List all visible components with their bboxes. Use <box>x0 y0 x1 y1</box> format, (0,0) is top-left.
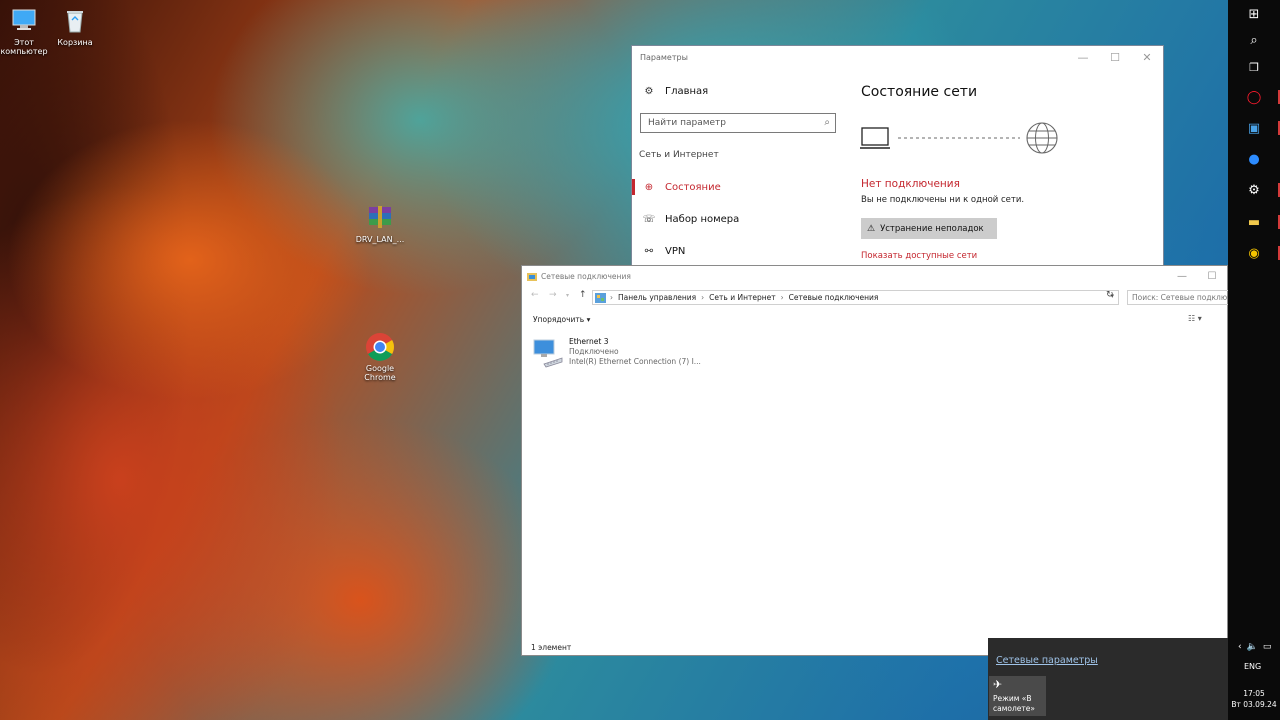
minimize-icon[interactable]: — <box>1167 266 1197 286</box>
settings-search-input[interactable]: Найти параметр ⌕ <box>640 113 836 133</box>
clock[interactable]: 17:05 Вт 03.09.24 <box>1228 688 1280 710</box>
network-connections-window[interactable]: Сетевые подключения — ☐ ← → ▾ ↑ › Панель… <box>521 265 1229 656</box>
language-indicator[interactable]: ENG <box>1244 662 1261 671</box>
airplane-icon: ✈ <box>993 678 1003 691</box>
desktop-icon-this-pc[interactable]: Этот компьютер <box>0 6 50 56</box>
sidebar-item-label: VPN <box>665 245 686 257</box>
globe-icon <box>1026 122 1058 154</box>
desktop-icon-label: DRV_LAN_... <box>355 235 405 244</box>
file-explorer-icon[interactable]: ▬ <box>1244 212 1264 232</box>
warning-icon: ⚠ <box>867 223 876 234</box>
network-diagram <box>860 122 1058 154</box>
desktop-icon-recycle-bin[interactable]: Корзина <box>49 6 101 47</box>
connection-adapter: Intel(R) Ethernet Connection (7) I... <box>569 357 701 366</box>
sidebar-item-label: Главная <box>665 85 709 97</box>
remote-desktop-icon[interactable]: ▣ <box>1244 118 1264 138</box>
taskbar: ⊞ ⌕ ❐ ◯ ▣ ● ⚙ ▬ ◉ ‹🔈▭ ENG 17:05 Вт 03.09… <box>1228 0 1280 720</box>
tray-icons[interactable]: ‹🔈▭ <box>1238 642 1276 652</box>
sidebar-item-status[interactable]: ⊕ Состояние <box>632 175 844 199</box>
settings-gear-icon[interactable]: ⚙ <box>1244 180 1264 200</box>
address-bar[interactable]: › Панель управления › Сеть и Интернет › … <box>592 290 1119 305</box>
zoom-icon[interactable]: ● <box>1244 149 1264 169</box>
maximize-icon[interactable]: ☐ <box>1197 266 1227 286</box>
view-options-icon[interactable]: ☷ ▾ <box>1188 314 1202 323</box>
desktop-icon-label: Google Chrome <box>364 364 396 382</box>
airplane-mode-tile[interactable]: ✈ Режим «В самолете» <box>989 676 1046 716</box>
desktop-icon-label: Этот компьютер <box>0 38 48 56</box>
explorer-title: Сетевые подключения <box>541 271 631 281</box>
network-disconnected-icon[interactable]: ▭ <box>1263 642 1277 652</box>
up-arrow-icon[interactable]: ↑ <box>579 290 587 300</box>
network-folder-icon <box>527 272 537 281</box>
address-row: ← → ▾ ↑ › Панель управления › Сеть и Инт… <box>522 288 1229 306</box>
dialup-icon: ☏ <box>642 213 656 225</box>
sidebar-item-home[interactable]: ⚙ Главная <box>632 79 844 103</box>
network-flyout: Сетевые параметры ✈ Режим «В самолете» <box>988 638 1228 720</box>
search-placeholder: Поиск: Сетевые подключения <box>1132 293 1228 302</box>
search-icon: ⌕ <box>824 117 830 128</box>
settings-window-controls: — ☐ ✕ <box>1067 46 1163 68</box>
command-bar: Упорядочить ▾ ☷ ▾ <box>522 311 1229 329</box>
sidebar-item-dialup[interactable]: ☏ Набор номера <box>632 207 844 231</box>
chevron-right-icon: › <box>701 293 705 302</box>
status-subtitle: Вы не подключены ни к одной сети. <box>861 195 1025 205</box>
settings-sidebar: ⚙ Главная Найти параметр ⌕ Сеть и Интерн… <box>632 68 844 266</box>
breadcrumb-network-internet[interactable]: Сеть и Интернет <box>709 293 775 302</box>
desktop-icon-chrome[interactable]: Google Chrome <box>354 332 406 382</box>
windows-start-icon[interactable]: ⊞ <box>1244 4 1264 24</box>
settings-title: Параметры <box>640 52 688 62</box>
forward-arrow-icon[interactable]: → <box>549 290 557 300</box>
troubleshoot-button[interactable]: ⚠ Устранение неполадок <box>861 218 997 239</box>
ethernet-adapter-icon <box>533 339 563 368</box>
explorer-titlebar[interactable]: Сетевые подключения <box>522 266 1227 286</box>
connection-name: Ethernet 3 <box>569 337 609 346</box>
show-networks-link[interactable]: Показать доступные сети <box>861 251 977 261</box>
connection-status: Подключено <box>569 347 619 356</box>
troubleshoot-label: Устранение неполадок <box>880 223 984 234</box>
chevron-right-icon: › <box>780 293 784 302</box>
back-arrow-icon[interactable]: ← <box>531 290 539 300</box>
winrar-archive-icon <box>369 206 391 228</box>
minimize-icon[interactable]: — <box>1067 46 1099 68</box>
vpn-icon: ⚯ <box>644 245 654 257</box>
explorer-statusbar: 1 элемент <box>531 643 572 652</box>
network-status-icon: ⊕ <box>644 181 654 193</box>
task-view-icon[interactable]: ❐ <box>1244 57 1264 77</box>
clock-date: Вт 03.09.24 <box>1231 700 1277 709</box>
recent-dropdown-icon[interactable]: ▾ <box>566 292 569 299</box>
explorer-window-controls: — ☐ <box>1167 266 1227 286</box>
settings-window[interactable]: Параметры — ☐ ✕ ⚙ Главная Найти параметр… <box>631 45 1164 266</box>
sidebar-item-label: Состояние <box>665 181 721 193</box>
computer-icon <box>12 9 36 30</box>
airplane-mode-label: Режим «В самолете» <box>993 694 1035 713</box>
refresh-icon[interactable]: ↻ <box>1106 290 1114 300</box>
control-panel-icon <box>595 292 606 303</box>
desktop-icon-label: Корзина <box>57 38 93 47</box>
close-icon[interactable]: ✕ <box>1131 46 1163 68</box>
network-connection-item[interactable]: Ethernet 3 Подключено Intel(R) Ethernet … <box>532 336 752 370</box>
sidebar-item-label: Набор номера <box>665 213 740 225</box>
section-label: Сеть и Интернет <box>639 150 719 160</box>
desktop-icon-archive[interactable]: DRV_LAN_... <box>354 203 406 244</box>
sidebar-item-vpn[interactable]: ⚯ VPN <box>632 239 844 263</box>
norton-icon[interactable]: ◉ <box>1244 243 1264 263</box>
gear-icon: ⚙ <box>644 85 654 97</box>
clock-time: 17:05 <box>1243 689 1265 698</box>
laptop-icon <box>860 127 890 149</box>
page-title: Состояние сети <box>861 84 978 100</box>
recycle-bin-icon <box>67 11 83 33</box>
chevron-right-icon: › <box>610 293 613 302</box>
organize-button[interactable]: Упорядочить ▾ <box>533 315 590 324</box>
search-icon[interactable]: ⌕ <box>1244 30 1264 50</box>
volume-icon[interactable]: 🔈 <box>1247 642 1263 652</box>
search-placeholder: Найти параметр <box>648 118 726 128</box>
breadcrumb-control-panel[interactable]: Панель управления <box>618 293 696 302</box>
network-settings-link[interactable]: Сетевые параметры <box>996 655 1098 666</box>
breadcrumb-network-connections[interactable]: Сетевые подключения <box>789 293 879 302</box>
opera-icon[interactable]: ◯ <box>1244 87 1264 107</box>
maximize-icon[interactable]: ☐ <box>1099 46 1131 68</box>
chrome-icon <box>366 333 394 361</box>
explorer-search-input[interactable]: Поиск: Сетевые подключения <box>1127 290 1229 305</box>
status-title: Нет подключения <box>861 178 960 190</box>
